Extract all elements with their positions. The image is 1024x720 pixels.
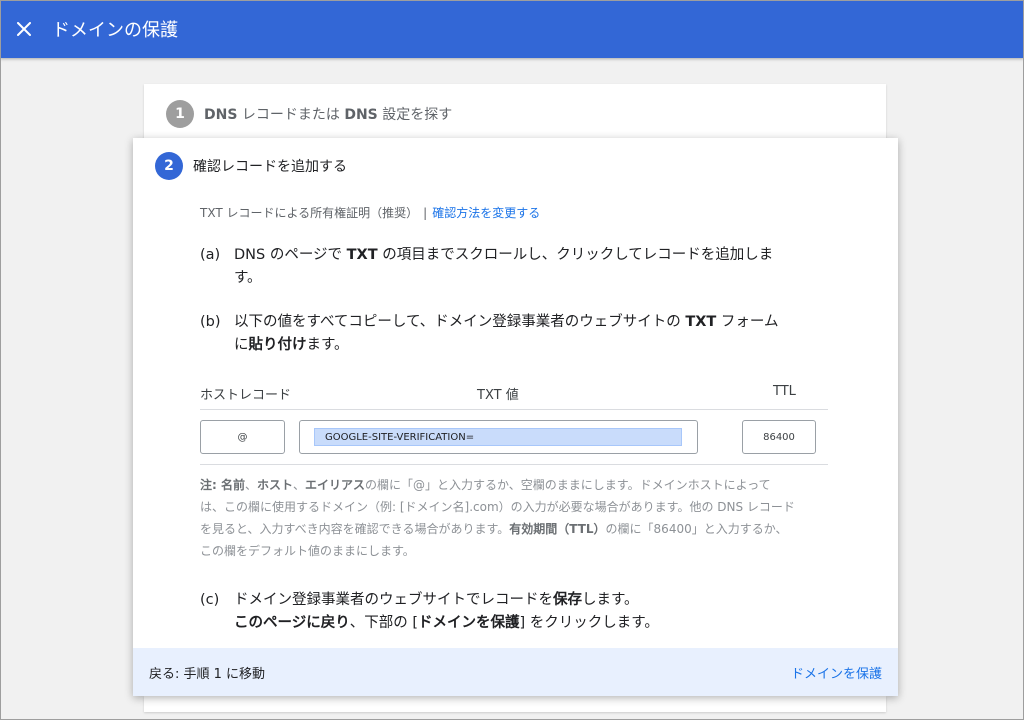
close-icon [17,22,31,36]
instruction-b: (b) 以下の値をすべてコピーして、ドメイン登録事業者のウェブサイトの TXT … [200,311,814,357]
instruction-a-text: DNS のページで TXT の項目までスクロールし、クリックしてレコードを追加し… [234,247,774,286]
close-button[interactable] [12,17,36,41]
step-1-number: 1 [166,100,194,128]
instruction-c-label: (c) [200,592,220,608]
method-label: TXT レコードによる所有権証明（推奨） [200,206,419,220]
step-1-header[interactable]: 1 DNS レコードまたは DNS 設定を探す [144,84,886,144]
protect-domain-button[interactable]: ドメインを保護 [791,663,882,682]
instruction-b-label: (b) [200,314,221,330]
verification-method: TXT レコードによる所有権証明（推奨） | 確認方法を変更する [200,204,540,221]
note-text: 注: 名前、ホスト、エイリアスの欄に「@」と入力するか、空欄のままにします。ドメ… [200,478,795,558]
table-divider-top [200,409,828,410]
step-2-title: 確認レコードを追加する [193,159,347,175]
host-record-field[interactable]: @ [200,420,285,454]
back-button[interactable]: 戻る: 手順 1 に移動 [149,663,265,682]
instruction-a: (a) DNS のページで TXT の項目までスクロールし、クリックしてレコード… [200,244,814,290]
column-header-ttl: TTL [773,384,796,399]
top-app-bar: ドメインの保護 [0,0,1024,58]
page-title: ドメインの保護 [52,20,178,41]
method-separator: | [423,206,428,220]
txt-value-selected-text: GOOGLE-SITE-VERIFICATION= [314,428,682,446]
step-2-card: 2 確認レコードを追加する TXT レコードによる所有権証明（推奨） | 確認方法を… [133,138,898,696]
instruction-a-label: (a) [200,247,221,263]
ttl-field[interactable]: 86400 [742,420,816,454]
card-stack-edge [144,696,886,712]
step-2-header: 2 確認レコードを追加する [155,152,347,180]
card-footer: 戻る: 手順 1 に移動 ドメインを保護 [133,648,898,696]
instruction-c: (c) ドメイン登録事業者のウェブサイトでレコードを保存します。 このページに戻り… [200,589,814,635]
step-2-number: 2 [155,152,183,180]
change-method-link[interactable]: 確認方法を変更する [432,206,540,220]
instruction-b-text: 以下の値をすべてコピーして、ドメイン登録事業者のウェブサイトの TXT フォーム… [234,314,779,353]
step-1-title: DNS レコードまたは DNS 設定を探す [204,107,453,123]
table-divider-bottom [200,464,828,465]
txt-value-field[interactable]: GOOGLE-SITE-VERIFICATION= [299,420,698,454]
column-header-txt: TXT 値 [477,388,519,403]
column-header-host: ホストレコード [200,388,292,403]
instruction-c-text: ドメイン登録事業者のウェブサイトでレコードを保存します。 このページに戻り、下部の… [234,592,659,631]
